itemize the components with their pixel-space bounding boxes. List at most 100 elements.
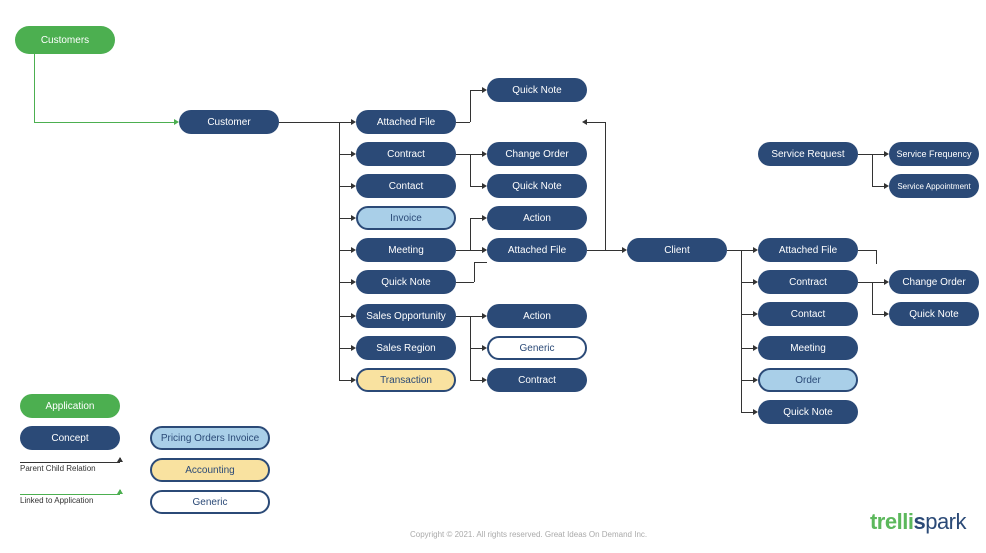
label: Order: [795, 375, 821, 386]
connector: [858, 154, 872, 155]
label: Quick Note: [381, 277, 430, 288]
connector: [470, 154, 471, 186]
logo-p3: park: [925, 509, 966, 534]
connector: [470, 348, 482, 349]
node-client-change-order: Change Order: [889, 270, 979, 294]
node-quick-note-2: Quick Note: [487, 78, 587, 102]
connector: [727, 250, 741, 251]
label: Contract: [518, 375, 556, 386]
connector: [339, 122, 340, 380]
label: Sales Region: [376, 343, 435, 354]
node-meeting: Meeting: [356, 238, 456, 262]
connector: [470, 218, 471, 250]
connector: [34, 122, 174, 123]
connector: [120, 458, 121, 462]
connector: [339, 348, 351, 349]
logo-p2: s: [913, 509, 925, 534]
label: Change Order: [902, 277, 965, 288]
connector: [741, 380, 753, 381]
connector: [456, 282, 474, 283]
label: Generic: [192, 497, 227, 508]
connector: [872, 282, 884, 283]
connector: [587, 250, 622, 251]
node-client-order: Order: [758, 368, 858, 392]
node-sales-opportunity: Sales Opportunity: [356, 304, 456, 328]
connector: [120, 490, 121, 494]
connector: [456, 154, 470, 155]
connector: [339, 282, 351, 283]
node-contract: Contract: [356, 142, 456, 166]
connector: [741, 282, 753, 283]
legend-label-linked: Linked to Application: [20, 496, 93, 505]
label: Accounting: [185, 465, 234, 476]
label: Attached File: [779, 245, 837, 256]
legend-line-black: [20, 462, 120, 463]
label: Contract: [387, 149, 425, 160]
connector: [605, 122, 606, 250]
connector: [339, 122, 351, 123]
node-customer: Customer: [179, 110, 279, 134]
connector: [470, 154, 482, 155]
connector: [339, 250, 351, 251]
label: Contact: [389, 181, 423, 192]
node-quick-note: Quick Note: [356, 270, 456, 294]
node-change-order: Change Order: [487, 142, 587, 166]
label: Attached File: [377, 117, 435, 128]
connector: [741, 250, 742, 412]
label: Transaction: [380, 375, 432, 386]
footer-copyright: Copyright © 2021. All rights reserved. G…: [410, 530, 647, 539]
legend-accounting: Accounting: [150, 458, 270, 482]
legend-line-green: [20, 494, 120, 495]
label: Concept: [51, 433, 88, 444]
node-client-quick-note: Quick Note: [758, 400, 858, 424]
arrow: [482, 247, 487, 253]
connector: [741, 412, 753, 413]
logo-p1: trelli: [870, 509, 913, 534]
label: Client: [664, 245, 690, 256]
connector: [456, 122, 470, 123]
node-client-contract: Contract: [758, 270, 858, 294]
connector: [339, 186, 351, 187]
connector: [872, 282, 873, 314]
connector: [872, 154, 873, 186]
label: Service Request: [771, 149, 844, 160]
label: Change Order: [505, 149, 568, 160]
connector: [470, 90, 482, 91]
legend-label-parent-child: Parent Child Relation: [20, 464, 96, 473]
connector: [456, 250, 470, 251]
label: Quick Note: [783, 407, 832, 418]
label: Attached File: [508, 245, 566, 256]
label: Meeting: [790, 343, 826, 354]
label: Application: [46, 401, 95, 412]
node-quick-note-3: Quick Note: [487, 174, 587, 198]
node-client-sub-quick-note: Quick Note: [889, 302, 979, 326]
connector: [339, 218, 351, 219]
node-service-frequency: Service Frequency: [889, 142, 979, 166]
label: Pricing Orders Invoice: [161, 433, 259, 444]
connector: [339, 316, 351, 317]
node-action-1: Action: [487, 206, 587, 230]
connector: [279, 122, 339, 123]
node-client-attached-file: Attached File: [758, 238, 858, 262]
label: Service Frequency: [896, 149, 971, 159]
connector: [858, 282, 872, 283]
connector: [339, 380, 351, 381]
connector: [470, 380, 482, 381]
label: Customers: [41, 35, 89, 46]
label: Quick Note: [512, 181, 561, 192]
connector: [456, 316, 470, 317]
label: Customer: [207, 117, 250, 128]
arrow: [582, 119, 587, 125]
connector: [470, 250, 482, 251]
node-invoice: Invoice: [356, 206, 456, 230]
connector: [34, 54, 35, 122]
connector: [858, 250, 876, 251]
node-customers-root: Customers: [15, 26, 115, 54]
node-client: Client: [627, 238, 727, 262]
label: Action: [523, 311, 551, 322]
connector: [470, 218, 482, 219]
node-attached-file-2: Attached File: [487, 238, 587, 262]
node-service-request: Service Request: [758, 142, 858, 166]
legend-generic: Generic: [150, 490, 270, 514]
connector: [339, 154, 351, 155]
